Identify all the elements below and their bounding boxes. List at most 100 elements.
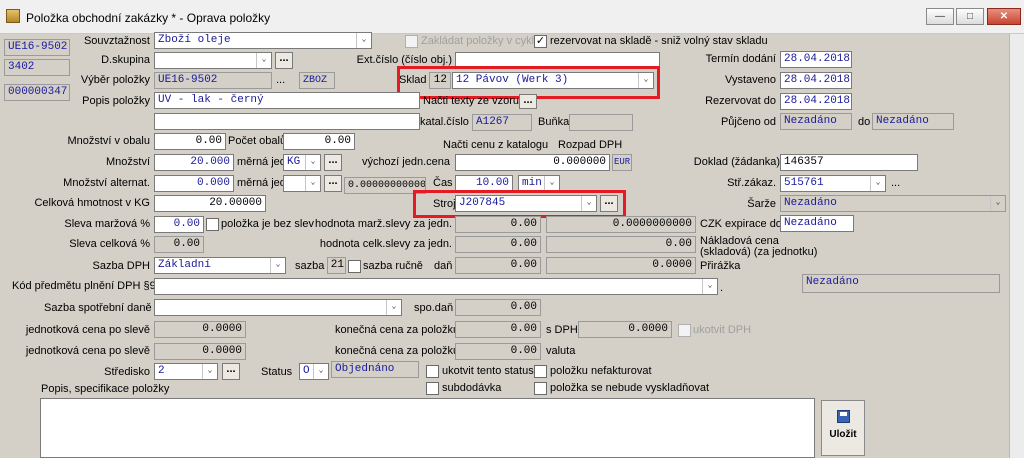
ext-cislo-field[interactable] (455, 52, 660, 69)
mnozstvi-field[interactable]: 20.000 (154, 154, 234, 171)
doklad-field[interactable]: 146357 (780, 154, 918, 171)
nevyskladnovat-checkbox[interactable] (534, 382, 547, 395)
title-bar: Položka obchodní zakázky * - Oprava polo… (0, 0, 1024, 34)
mnozstvi-alt-field[interactable]: 0.000 (154, 175, 234, 192)
zakladat-checkbox[interactable] (405, 35, 418, 48)
kod-select[interactable]: ⌄ (154, 278, 718, 295)
cas-unit-select[interactable]: min ⌄ (518, 175, 560, 192)
status-select[interactable]: O ⌄ (299, 363, 329, 380)
chevron-down-icon[interactable]: ⌄ (990, 196, 1005, 211)
popis-field-2[interactable] (154, 113, 420, 130)
konecna1-field: 0.00 (455, 321, 541, 338)
save-button[interactable]: Uložit (821, 400, 865, 456)
chevron-down-icon[interactable]: ⌄ (386, 300, 401, 315)
sleva-celk-label: Sleva celková % (69, 238, 150, 250)
mnozstvi-alt-label: Množství alternat. (63, 177, 150, 189)
stredisko-value: 2 (158, 365, 165, 377)
window-title: Položka obchodní zakázky * - Oprava polo… (26, 11, 271, 25)
dskupina-browse-button[interactable]: ... (275, 52, 293, 69)
status-label: Status (261, 366, 293, 378)
sarze-select[interactable]: Nezadáno ⌄ (780, 195, 1006, 212)
chevron-down-icon[interactable]: ⌄ (581, 196, 596, 211)
stredisko-select[interactable]: 2 ⌄ (154, 363, 218, 380)
chevron-down-icon[interactable]: ⌄ (544, 176, 559, 191)
sleva-marz-field[interactable]: 0.00 (154, 216, 204, 233)
pocet-obalu-field[interactable]: 0.00 (283, 133, 355, 150)
bunka-field (569, 114, 633, 131)
chevron-down-icon[interactable]: ⌄ (638, 73, 653, 88)
rezervovat-checkbox[interactable]: ✓ (534, 35, 547, 48)
popis-spec-textarea[interactable] (40, 398, 815, 458)
vystaveno-field[interactable]: 28.04.2018 (780, 72, 852, 89)
rezervovat-do-field[interactable]: 28.04.2018 (780, 93, 852, 110)
nefakturovat-label: položku nefakturovat (550, 365, 652, 377)
merna-browse-button[interactable]: ... (324, 154, 342, 171)
sklad-select[interactable]: 12 Pávov (Werk 3) ⌄ (452, 72, 654, 89)
hmotnost-field[interactable]: 20.00000 (154, 195, 266, 212)
konecna1-label: konečná cena za položku (335, 324, 460, 336)
sdph-label: s DPH (546, 324, 578, 336)
ukotvit-status-checkbox[interactable] (426, 365, 439, 378)
bez-slev-checkbox[interactable] (206, 218, 219, 231)
vychozi-field[interactable]: 0.000000 (455, 154, 610, 171)
minimize-button[interactable]: — (926, 8, 954, 25)
chevron-down-icon[interactable]: ⌄ (702, 279, 717, 294)
chevron-down-icon[interactable]: ⌄ (313, 364, 328, 379)
sazba-label: sazba (295, 260, 325, 272)
ukotvit-dph-checkbox[interactable] (678, 324, 691, 337)
stroj-select[interactable]: J207845 ⌄ (455, 195, 597, 212)
cas-label: Čas (433, 177, 453, 189)
str-zakaz-select[interactable]: 515761 ⌄ (780, 175, 886, 192)
chevron-down-icon[interactable]: ⌄ (356, 33, 371, 48)
merna2-label: měrná jed. (237, 177, 289, 189)
cas-field[interactable]: 10.00 (455, 175, 513, 192)
vyber-field[interactable]: UE16-9502 (154, 72, 272, 89)
sazba-dph-label: Sazba DPH (92, 260, 150, 272)
close-button[interactable]: ✕ (987, 8, 1021, 25)
sazba-rucne-checkbox[interactable] (348, 260, 361, 273)
app-icon (6, 9, 20, 23)
czk-field[interactable]: Nezadáno (780, 215, 854, 232)
termin-field[interactable]: 28.04.2018 (780, 51, 852, 68)
subdodavka-checkbox[interactable] (426, 382, 439, 395)
currency-field: EUR (612, 154, 632, 171)
chevron-down-icon[interactable]: ⌄ (305, 155, 320, 170)
stroj-browse-button[interactable]: ... (600, 195, 618, 212)
chevron-down-icon[interactable]: ⌄ (870, 176, 885, 191)
nacti-texty-button[interactable]: ... (519, 94, 537, 109)
sazba-dph-select[interactable]: Základní ⌄ (154, 257, 286, 274)
nacti-cenu-button[interactable]: Načti cenu z katalogu (443, 139, 548, 152)
dan-field-2: 0.0000 (546, 257, 696, 274)
stredisko-label: Středisko (104, 366, 150, 378)
popis-field[interactable]: UV - lak - černý (154, 92, 420, 109)
nefakturovat-checkbox[interactable] (534, 365, 547, 378)
chevron-down-icon[interactable]: ⌄ (256, 53, 271, 68)
hmotnost-label: Celková hmotnost v KG (34, 197, 150, 209)
souvztaznost-select[interactable]: Zboží oleje ⌄ (154, 32, 372, 49)
hodnota-celk-label: hodnota celk.slevy za jedn. (319, 238, 452, 250)
merna2-select[interactable]: ⌄ (283, 175, 321, 192)
save-label: Uložit (829, 429, 857, 440)
chevron-down-icon[interactable]: ⌄ (305, 176, 320, 191)
floppy-disk-icon (837, 410, 850, 423)
stredisko-browse-button[interactable]: ... (222, 363, 240, 380)
jedn-po-sleve2-label: jednotková cena po slevě (25, 345, 150, 357)
vyber-ellipsis[interactable]: ... (276, 74, 285, 87)
rozpad-dph-button[interactable]: Rozpad DPH (558, 139, 622, 152)
chevron-down-icon[interactable]: ⌄ (202, 364, 217, 379)
kod-label: Kód předmětu plnění DPH §92a (12, 280, 168, 292)
maximize-button[interactable]: □ (956, 8, 984, 25)
merna-select[interactable]: KG ⌄ (283, 154, 321, 171)
pujceno-do-field: Nezadáno (872, 113, 954, 130)
merna2-browse-button[interactable]: ... (324, 175, 342, 192)
vychozi-label: výchozí jedn.cena (361, 156, 450, 168)
chevron-down-icon[interactable]: ⌄ (270, 258, 285, 273)
prirazka-label: Přirážka (700, 260, 741, 272)
sdph-field: 0.0000 (578, 321, 672, 338)
dskupina-select[interactable]: ⌄ (154, 52, 272, 69)
vertical-scrollbar[interactable] (1009, 34, 1024, 458)
mnozstvi-obalu-field[interactable]: 0.00 (154, 133, 226, 150)
spotrebni-select[interactable]: ⌄ (154, 299, 402, 316)
pocet-obalu-label: Počet obalů (228, 135, 287, 147)
str-zakaz-ellipsis[interactable]: ... (891, 177, 900, 190)
